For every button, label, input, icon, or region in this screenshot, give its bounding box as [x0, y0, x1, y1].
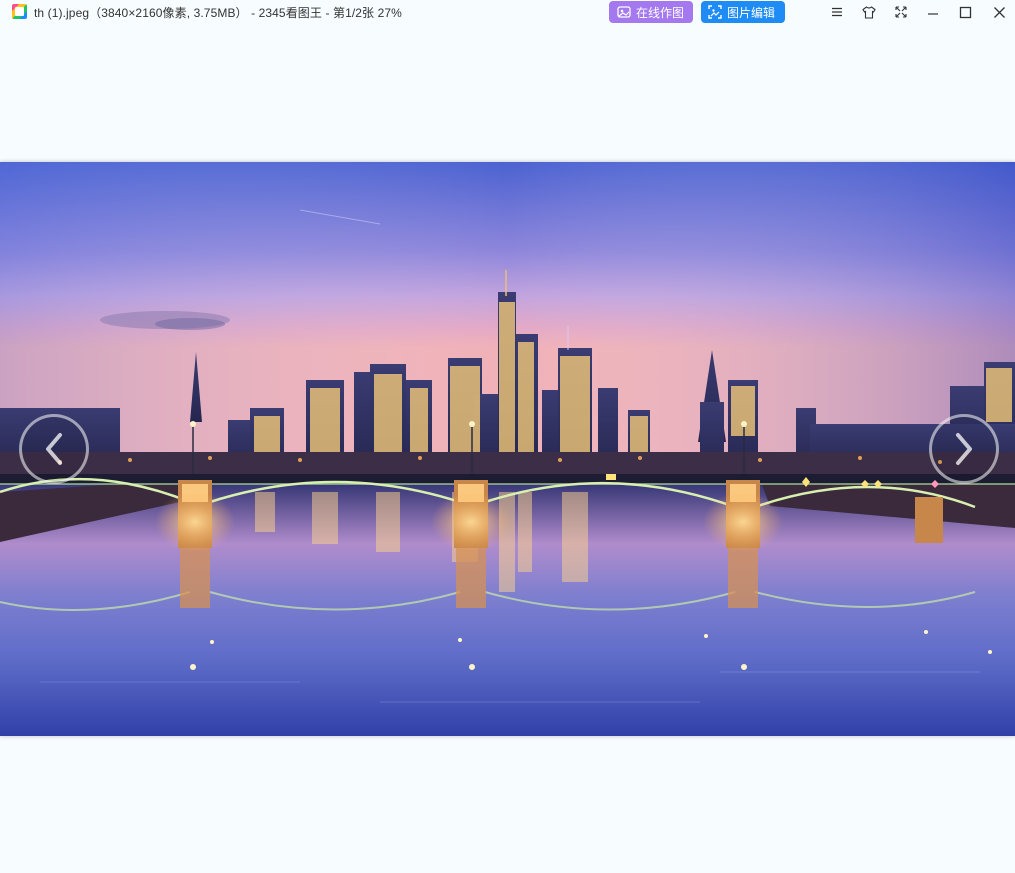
menu-icon: [832, 7, 842, 17]
online-design-label: 在线作图: [636, 5, 685, 20]
chevron-right-icon: [956, 433, 972, 465]
close-button[interactable]: [990, 3, 1008, 21]
minimize-button[interactable]: [924, 3, 942, 21]
displayed-photo: [0, 162, 1015, 736]
image-edit-button[interactable]: 图片编辑: [701, 1, 785, 23]
image-edit-label: 图片编辑: [727, 5, 776, 20]
app-logo-icon: [12, 4, 27, 19]
skin-button[interactable]: [860, 3, 878, 21]
title-bar: th (1).jpeg（3840×2160像素, 3.75MB） - 2345看…: [0, 0, 1015, 24]
fullscreen-button[interactable]: [892, 3, 910, 21]
menu-button[interactable]: [828, 3, 846, 21]
skin-icon: [862, 5, 876, 19]
maximize-button[interactable]: [956, 3, 974, 21]
fullscreen-icon: [895, 6, 907, 18]
image-viewer: [0, 162, 1015, 736]
chevron-left-icon: [46, 433, 62, 465]
minimize-icon: [928, 13, 938, 15]
image-frame-icon: [617, 6, 631, 18]
next-image-button[interactable]: [929, 414, 999, 484]
previous-image-button[interactable]: [19, 414, 89, 484]
window-title: th (1).jpeg（3840×2160像素, 3.75MB） - 2345看…: [34, 6, 402, 20]
online-design-button[interactable]: 在线作图: [609, 1, 693, 23]
crop-edit-icon: [708, 5, 722, 19]
close-icon: [993, 6, 1005, 18]
maximize-icon: [959, 6, 971, 18]
